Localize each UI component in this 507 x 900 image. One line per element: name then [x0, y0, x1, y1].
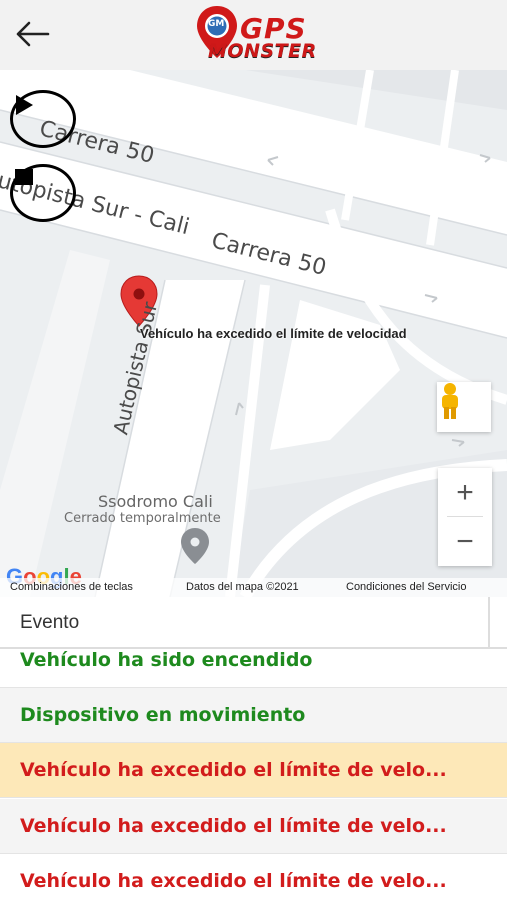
- pegman-icon: [442, 383, 458, 419]
- gps-monster-logo: GM GPS MONSTER: [188, 4, 318, 66]
- zoom-in-button[interactable]: +: [438, 468, 492, 517]
- stop-icon: [15, 169, 33, 185]
- events-table-header: Evento: [0, 597, 507, 649]
- marker-label: Vehículo ha excedido el límite de veloci…: [140, 326, 407, 341]
- play-icon: [16, 95, 33, 115]
- logo-badge: GM: [208, 19, 225, 29]
- map-data-text: Datos del mapa ©2021: [186, 581, 299, 593]
- event-text: Vehículo ha excedido el límite de velo..…: [20, 759, 447, 781]
- events-list: Vehículo ha sido encendido Dispositivo en…: [0, 649, 507, 900]
- keyboard-shortcuts-link[interactable]: Combinaciones de teclas: [10, 581, 133, 593]
- poi-status: Cerrado temporalmente: [64, 511, 221, 526]
- arrow-left-icon: [16, 21, 50, 47]
- event-text: Vehículo ha excedido el límite de velo..…: [20, 815, 447, 837]
- column-divider: [488, 597, 490, 647]
- event-row[interactable]: Vehículo ha excedido el límite de velo..…: [0, 854, 507, 900]
- event-row[interactable]: Dispositivo en movimiento: [0, 688, 507, 743]
- map-attribution: Combinaciones de teclas Datos del mapa ©…: [0, 578, 507, 597]
- event-row[interactable]: Vehículo ha sido encendido: [0, 649, 507, 688]
- event-row[interactable]: Vehículo ha excedido el límite de velo..…: [0, 743, 507, 798]
- back-button[interactable]: [10, 14, 54, 54]
- zoom-control: + −: [438, 468, 492, 566]
- app-header: GM GPS MONSTER: [0, 0, 507, 70]
- event-text: Vehículo ha excedido el límite de velo..…: [20, 870, 447, 892]
- play-button[interactable]: [10, 90, 76, 148]
- logo-text-monster: MONSTER: [208, 40, 317, 62]
- column-header-event[interactable]: Evento: [20, 612, 79, 634]
- terms-link[interactable]: Condiciones del Servicio: [346, 581, 466, 593]
- event-text: Vehículo ha sido encendido: [20, 649, 313, 671]
- event-row[interactable]: Vehículo ha excedido el límite de velo..…: [0, 799, 507, 854]
- zoom-out-button[interactable]: −: [438, 517, 492, 566]
- map-view[interactable]: Carrera 50 utopista Sur - Cali Carrera 5…: [0, 70, 507, 597]
- event-text: Dispositivo en movimiento: [20, 704, 306, 726]
- poi-name: Ssodromo Cali: [98, 492, 213, 511]
- street-view-button[interactable]: [437, 382, 491, 432]
- stop-button[interactable]: [10, 164, 76, 222]
